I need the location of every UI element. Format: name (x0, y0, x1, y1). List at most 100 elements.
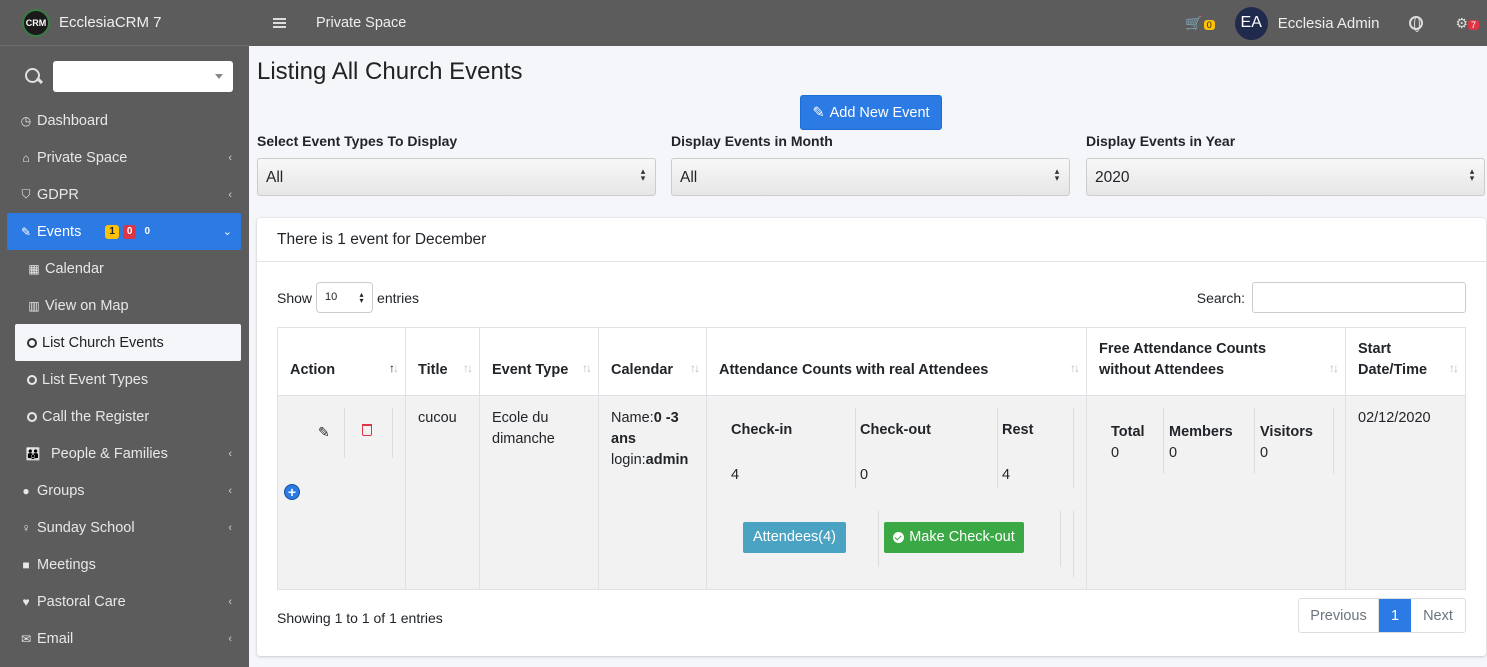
sidebar-item-groups[interactable]: ● Groups ‹ (0, 472, 249, 509)
total-value: 0 (1111, 445, 1120, 461)
page-title: Listing All Church Events (257, 58, 523, 85)
sidebar-item-label: Calendar (45, 260, 104, 277)
sidebar-item-calendar[interactable]: ▦ Calendar (0, 250, 249, 287)
settings-badge: 7 (1467, 19, 1479, 30)
sidebar-item-people-families[interactable]: 👪 People & Families ‹ (0, 435, 249, 472)
sidebar-item-label: List Event Types (42, 371, 149, 388)
show-label: Show (277, 289, 313, 306)
cart-badge: 0 (1203, 19, 1215, 30)
title-cell: cucou (405, 395, 480, 590)
sort-icon: ↑↓ (1070, 361, 1080, 375)
table-search: Search: (1197, 282, 1466, 313)
topbar-title[interactable]: Private Space (316, 15, 406, 31)
sidebar-item-label: Call the Register (42, 408, 150, 425)
column-header-start-date[interactable]: Start Date/Time ↑↓ (1345, 327, 1466, 396)
sidebar-item-label: Private Space (37, 149, 128, 166)
total-column: Total 0 (1111, 408, 1145, 462)
column-header-free-attendance[interactable]: Free Attendance Counts without Attendees… (1086, 327, 1346, 396)
card-header: There is 1 event for December (257, 218, 1486, 262)
chevron-left-icon: ‹ (228, 447, 232, 460)
pagination-previous[interactable]: Previous (1299, 599, 1379, 632)
sidebar-item-call-the-register[interactable]: Call the Register (0, 398, 249, 435)
check-out-header: Check-out (860, 422, 931, 438)
add-new-event-button[interactable]: ✎ Add New Event (800, 95, 942, 130)
sidebar-item-gdpr[interactable]: ⛉ GDPR ‹ (0, 176, 249, 213)
sidebar-item-list-event-types[interactable]: List Event Types (0, 361, 249, 398)
sidebar-item-dashboard[interactable]: ◷ Dashboard (0, 102, 249, 139)
sidebar: CRM EcclesiaCRM 7 ◷ Dashboard ⌂ Private Sp… (0, 0, 249, 667)
envelope-icon: ✉ (20, 631, 32, 646)
search-input[interactable] (1252, 282, 1466, 313)
members-column: Members 0 (1169, 408, 1233, 462)
users-icon: ● (22, 483, 30, 498)
cart-button[interactable]: 🛒 0 (1185, 15, 1215, 32)
menu-toggle-icon[interactable] (273, 18, 286, 28)
rest-column: Rest 4 (1002, 408, 1033, 488)
sidebar-item-private-space[interactable]: ⌂ Private Space ‹ (0, 139, 249, 176)
column-header-title[interactable]: Title ↑↓ (405, 327, 480, 396)
sidebar-item-label: Dashboard (37, 112, 108, 129)
circle-icon (27, 411, 37, 422)
column-header-action[interactable]: Action ↑↓ (277, 327, 406, 396)
heartbeat-icon: ♥ (22, 594, 30, 609)
check-in-column: Check-in 4 (731, 408, 792, 488)
calendar-cell: Name:0 -3 ans login:admin (598, 395, 707, 590)
year-select[interactable]: 2020 (1086, 158, 1485, 196)
sidebar-item-email[interactable]: ✉ Email ‹ (0, 620, 249, 657)
calendar-login-label: login: (611, 452, 646, 468)
divider (1254, 408, 1255, 474)
sidebar-item-view-on-map[interactable]: ▥ View on Map (0, 287, 249, 324)
sidebar-item-label: Pastoral Care (37, 593, 126, 610)
sort-icon: ↑↓ (690, 361, 700, 375)
sidebar-item-sunday-school[interactable]: ♀ Sunday School ‹ (0, 509, 249, 546)
brand-name: EcclesiaCRM 7 (59, 14, 162, 31)
settings-button[interactable]: ⚙ 7 (1455, 15, 1479, 32)
sidebar-item-meetings[interactable]: ■ Meetings (0, 546, 249, 583)
map-icon: ▥ (28, 298, 40, 313)
sort-icon: ↑↓ (582, 361, 592, 375)
trash-icon[interactable] (362, 424, 372, 436)
filter-year: Display Events in Year 2020 (1086, 133, 1485, 196)
entries-label: entries (377, 289, 420, 306)
column-header-calendar[interactable]: Calendar ↑↓ (598, 327, 707, 396)
sidebar-item-list-church-events[interactable]: List Church Events (15, 324, 241, 361)
edit-pencil-icon[interactable]: ✎ (318, 422, 330, 443)
sidebar-item-events[interactable]: ✎ Events 1 0 0 ⌄ (7, 213, 241, 250)
avatar[interactable]: EA (1234, 6, 1268, 40)
sidebar-search-select[interactable] (53, 61, 233, 92)
home-icon: ⌂ (22, 150, 30, 165)
chevron-left-icon: ‹ (228, 484, 232, 497)
divider (1333, 408, 1334, 474)
entries-select[interactable]: 10 (316, 282, 374, 313)
search-icon (24, 67, 44, 87)
globe-icon[interactable] (1409, 16, 1424, 32)
brand[interactable]: CRM EcclesiaCRM 7 (0, 0, 249, 46)
events-badge-red: 0 (122, 224, 137, 239)
sidebar-item-label: Meetings (37, 556, 96, 573)
make-check-out-button[interactable]: Make Check-out (884, 522, 1024, 553)
check-in-value: 4 (731, 467, 740, 483)
sidebar-item-label: Email (37, 630, 74, 647)
chevron-left-icon: ‹ (228, 521, 232, 534)
free-attendance-cell: Total 0 Members 0 Visitors 0 (1086, 395, 1346, 590)
sidebar-item-label: List Church Events (42, 334, 164, 351)
shield-icon: ⛉ (21, 187, 31, 201)
sidebar-search (0, 46, 249, 92)
rest-value: 4 (1002, 467, 1011, 483)
pagination-next[interactable]: Next (1411, 599, 1465, 632)
month-select[interactable]: All (671, 158, 1070, 196)
column-header-event-type[interactable]: Event Type ↑↓ (479, 327, 599, 396)
pagination-page-1[interactable]: 1 (1379, 599, 1411, 632)
column-header-attendance[interactable]: Attendance Counts with real Attendees ↑↓ (706, 327, 1087, 396)
sidebar-item-label: View on Map (45, 297, 129, 314)
sort-icon: ↑↓ (1449, 361, 1459, 375)
circle-icon (27, 337, 37, 348)
events-badge-plain: 0 (144, 225, 151, 237)
expand-plus-icon[interactable]: + (284, 484, 300, 500)
attendees-button[interactable]: Attendees(4) (743, 522, 846, 553)
check-out-value: 0 (860, 467, 869, 483)
visitors-column: Visitors 0 (1260, 408, 1313, 462)
sidebar-item-pastoral-care[interactable]: ♥ Pastoral Care ‹ (0, 583, 249, 620)
user-name[interactable]: Ecclesia Admin (1278, 15, 1380, 32)
event-types-select[interactable]: All (257, 158, 656, 196)
